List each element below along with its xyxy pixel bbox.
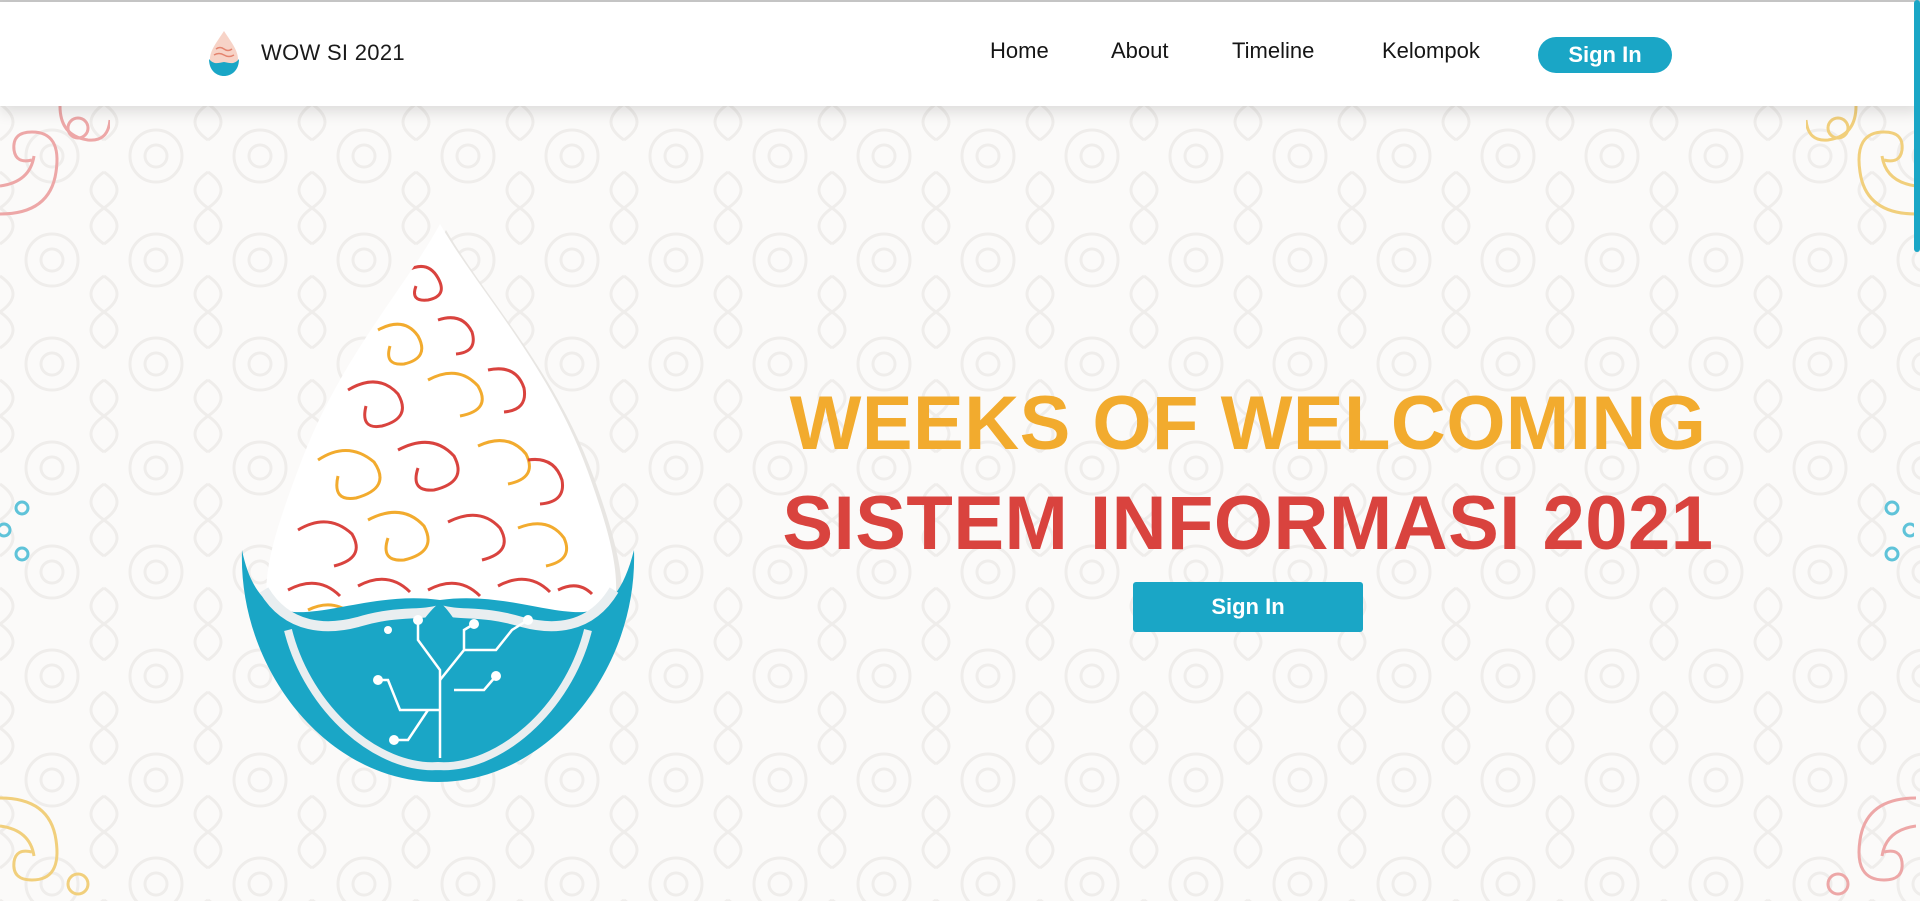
corner-ornament-icon [0,106,110,216]
nav-signin-button[interactable]: Sign In [1538,37,1672,73]
brand[interactable]: WOW SI 2021 [206,28,405,78]
hero-title-line1: WEEKS OF WELCOMING [789,381,1707,466]
nav-link-timeline[interactable]: Timeline [1232,38,1314,64]
nav-link-about[interactable]: About [1111,38,1169,64]
brand-name: WOW SI 2021 [261,40,405,65]
hero-title-line2: SISTEM INFORMASI 2021 [782,481,1714,566]
circle-dots-icon [0,500,30,562]
scrollbar-thumb[interactable] [1914,0,1920,252]
corner-ornament-icon [0,796,90,896]
nav-link-kelompok[interactable]: Kelompok [1382,38,1480,64]
corner-ornament-icon [1806,106,1916,216]
navbar: WOW SI 2021 Home About Timeline Kelompok… [0,2,1920,106]
circle-dots-icon [1884,500,1914,562]
hero-signin-button[interactable]: Sign In [1133,582,1363,632]
nav-link-home[interactable]: Home [990,38,1049,64]
hero-logo-icon [241,224,635,782]
corner-ornament-icon [1826,796,1916,896]
logo-icon [209,31,239,76]
